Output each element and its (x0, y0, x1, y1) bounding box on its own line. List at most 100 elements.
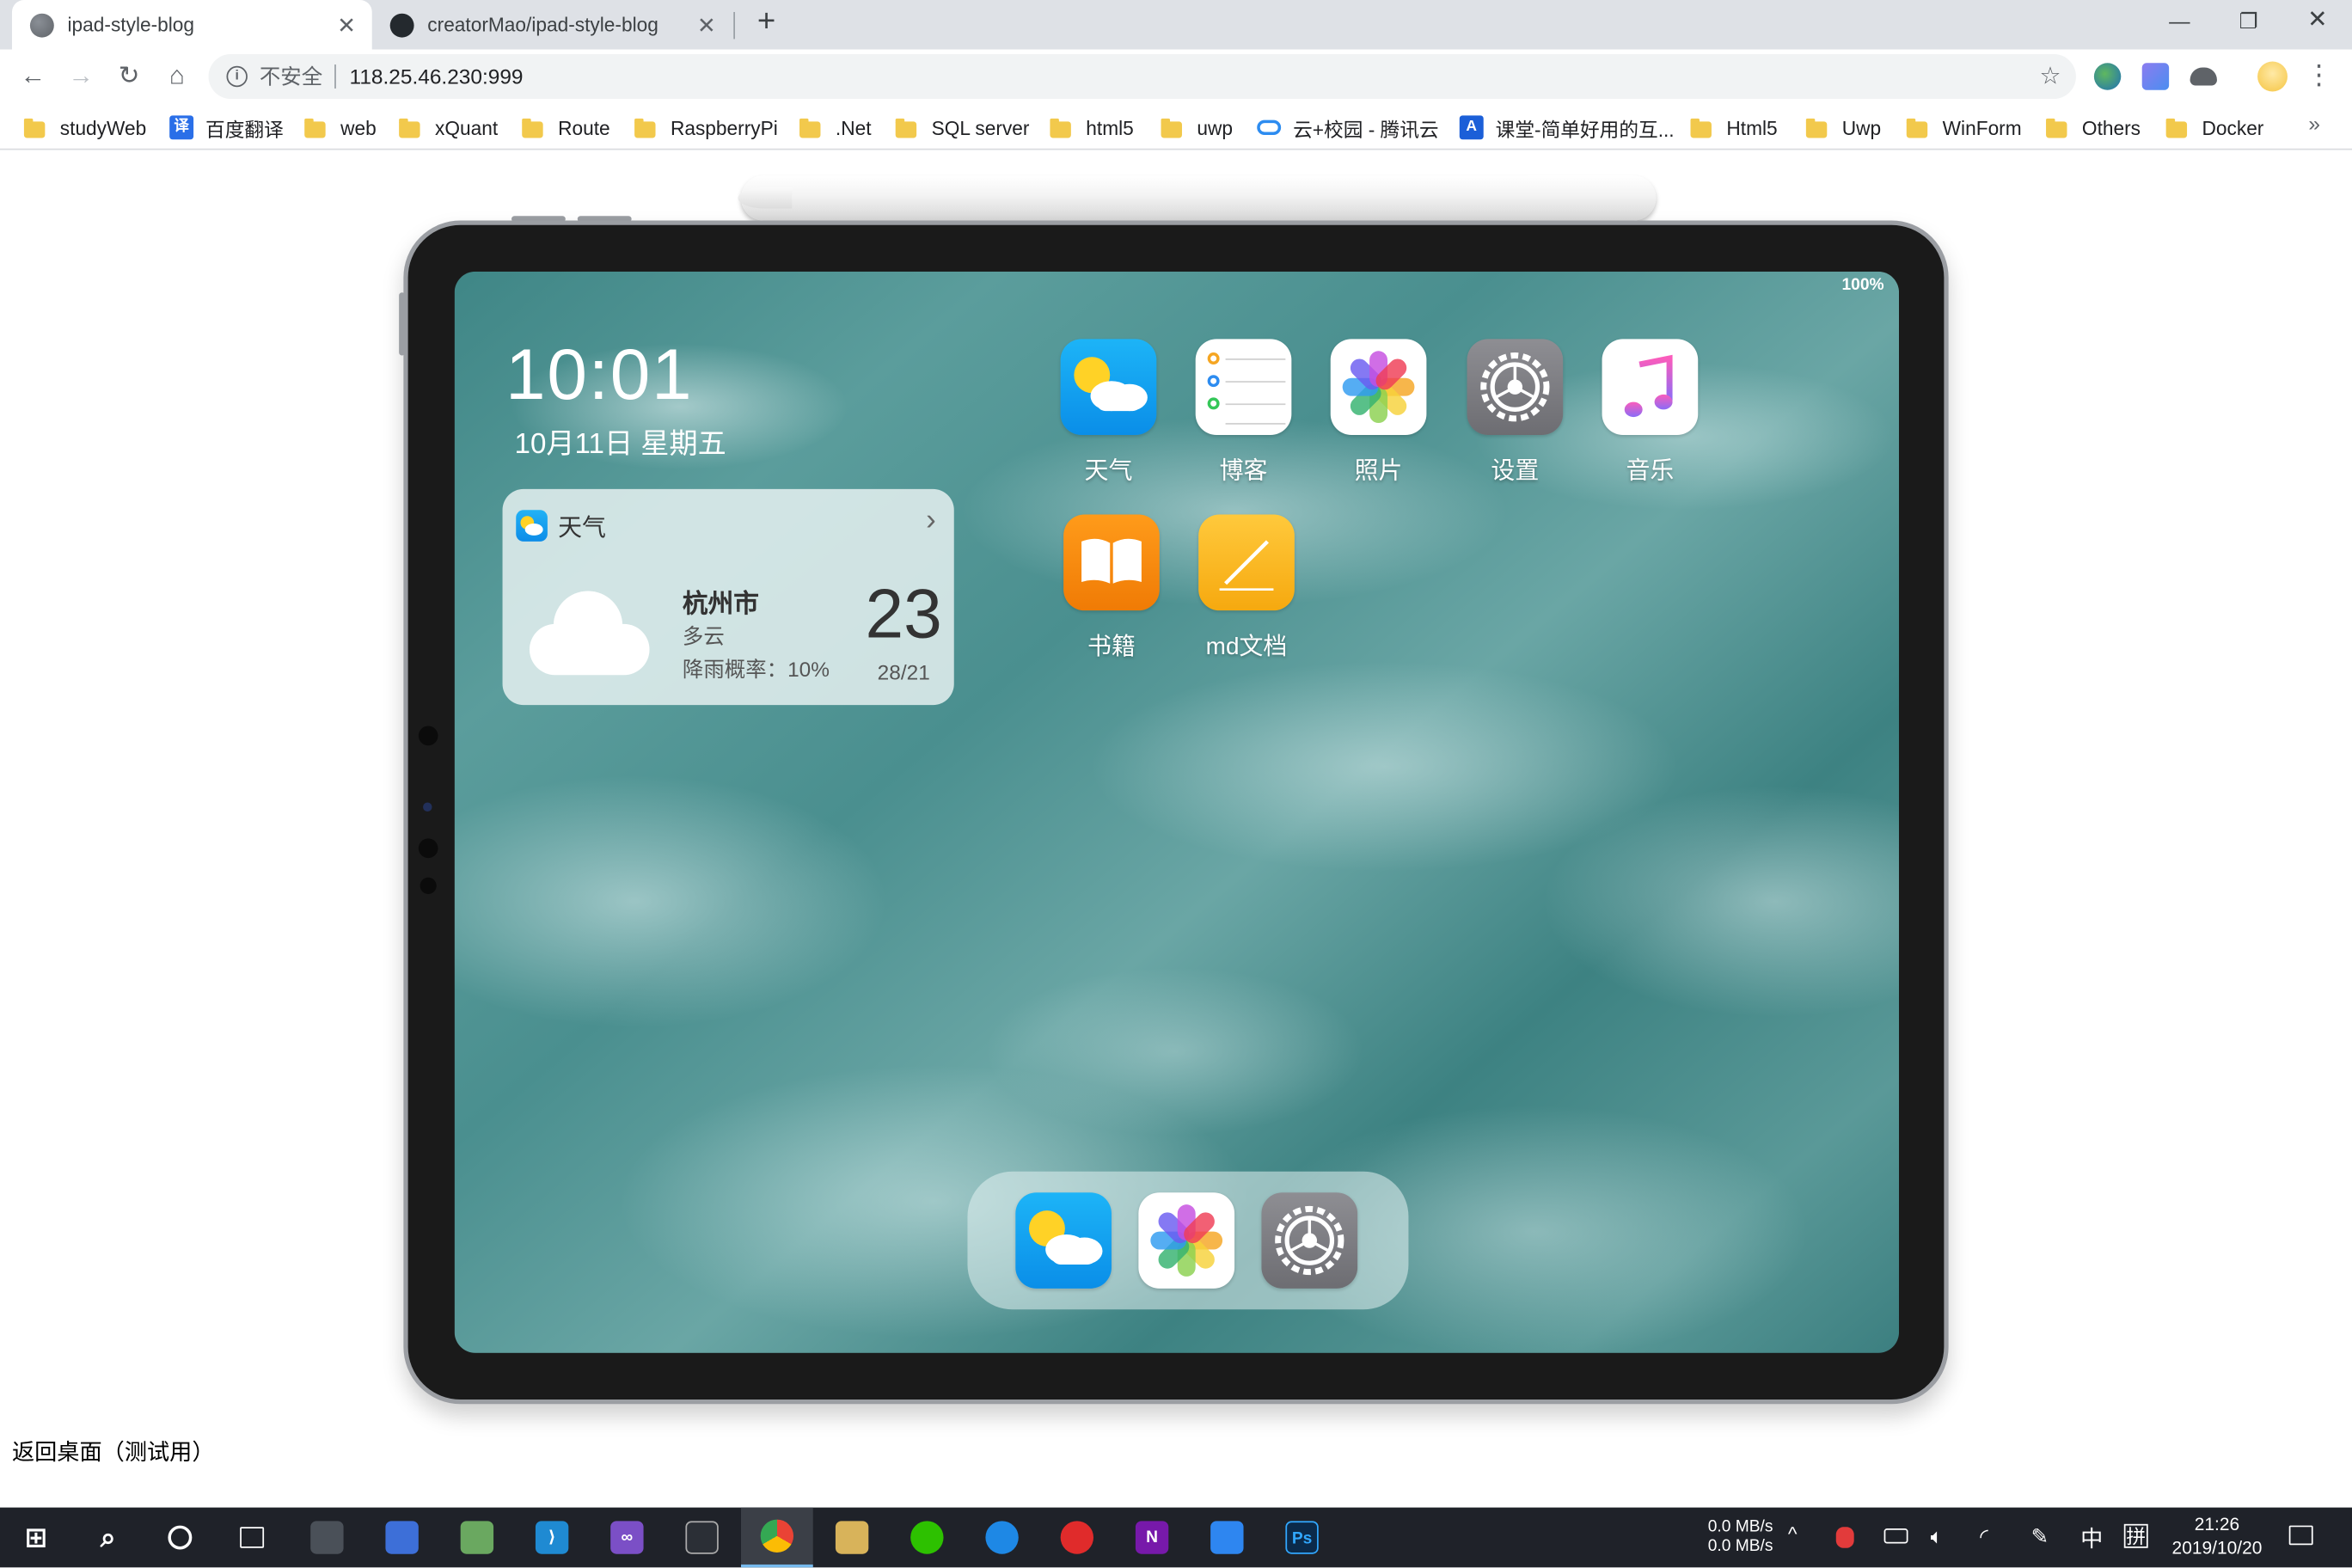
vscode-icon[interactable]: ⟩ (516, 1508, 588, 1568)
pen-note-icon[interactable] (1191, 1508, 1263, 1568)
bookmark-baidu-translate[interactable]: 译百度翻译 (169, 113, 284, 143)
task-view-icon[interactable] (216, 1508, 288, 1568)
app-books[interactable]: 书籍 (1051, 514, 1172, 662)
info-icon[interactable]: i (226, 65, 248, 88)
classroom-icon: A (1459, 115, 1484, 140)
back-to-desktop-link[interactable]: 返回桌面（测试用） (12, 1436, 215, 1467)
bookmark-html5-upper[interactable]: Html5 (1690, 113, 1778, 143)
database-tool-icon[interactable] (816, 1508, 888, 1568)
github-icon (389, 12, 414, 37)
chevron-right-icon[interactable]: › (926, 504, 936, 538)
camera-dot (420, 877, 437, 894)
extension-globe-icon[interactable] (2093, 63, 2122, 90)
bookmark-studyweb[interactable]: studyWeb (23, 113, 146, 143)
bookmark-star-icon[interactable]: ☆ (2039, 62, 2061, 92)
app-music[interactable]: 音乐 (1590, 339, 1711, 486)
app-settings[interactable]: 设置 (1455, 339, 1576, 486)
rain-probability: 降雨概率：10% (682, 657, 830, 682)
new-tab-button[interactable]: + (749, 5, 785, 42)
minimize-button[interactable]: — (2145, 0, 2214, 45)
terminal-icon[interactable] (666, 1508, 738, 1568)
clock-date: 2019/10/20 (2171, 1537, 2263, 1559)
bookmark-label: Docker (2202, 116, 2264, 139)
lock-date: 10月11日 星期五 (514, 429, 726, 461)
ime-mode[interactable]: 中 (2080, 1522, 2103, 1567)
bookmark-raspberrypi[interactable]: RaspberryPi (634, 113, 778, 143)
home-icon[interactable]: ⌂ (156, 56, 198, 98)
weather-city: 杭州市 (682, 589, 759, 618)
widget-title: 天气 (558, 516, 606, 542)
extension-bird-icon[interactable] (2141, 63, 2170, 90)
bookmark-winform[interactable]: WinForm (1906, 113, 2022, 143)
photoshop-icon[interactable]: Ps (1266, 1508, 1338, 1568)
bookmark-route[interactable]: Route (522, 113, 610, 143)
ime-pinyin-icon[interactable]: 拼 (2123, 1523, 2148, 1548)
app-weather[interactable]: 天气 (1049, 339, 1169, 486)
onenote-icon[interactable]: N (1116, 1508, 1188, 1568)
network-speed: 0.0 MB/s 0.0 MB/s (1680, 1518, 1773, 1568)
blog-list-icon (1195, 339, 1292, 436)
bookmark-classroom[interactable]: A 课堂-简单好用的互... (1459, 113, 1675, 143)
url-text[interactable]: 118.25.46.230:999 (350, 64, 524, 89)
bookmark-html5[interactable]: html5 (1050, 113, 1134, 143)
visual-studio-icon[interactable]: ∞ (591, 1508, 663, 1568)
bookmark-uwp[interactable]: uwp (1161, 113, 1233, 143)
photos-icon[interactable] (1138, 1192, 1235, 1289)
tab-ipad-style-blog[interactable]: ipad-style-blog ✕ (11, 0, 372, 50)
close-tab-icon[interactable]: ✕ (690, 11, 723, 39)
show-hidden-icons-chevron-icon[interactable]: ^ (1788, 1522, 1798, 1567)
battery-icon[interactable] (1883, 1528, 1908, 1544)
reload-icon[interactable]: ↻ (108, 56, 150, 98)
bookmark-label: html5 (1086, 116, 1134, 139)
bookmark-xquant[interactable]: xQuant (399, 113, 498, 143)
search-icon[interactable]: ⌕ (72, 1508, 144, 1568)
volume-icon[interactable]: 🔈︎ (1931, 1524, 1944, 1568)
bookmark-label: WinForm (1942, 116, 2022, 139)
chrome-icon[interactable] (740, 1507, 813, 1568)
profile-avatar[interactable] (2257, 61, 2288, 92)
action-center-icon[interactable] (2288, 1525, 2313, 1546)
pen-workspace-icon[interactable]: ✎ (2031, 1524, 2049, 1568)
weather-icon[interactable] (1015, 1192, 1112, 1289)
wechat-icon[interactable] (891, 1508, 963, 1568)
bookmark-web[interactable]: web (304, 113, 377, 143)
app-md-docs[interactable]: md文档 (1186, 514, 1307, 662)
qq-icon[interactable] (1835, 1527, 1854, 1548)
netease-music-icon[interactable] (1041, 1508, 1113, 1568)
more-bookmarks-chevron-icon[interactable]: » (2308, 111, 2320, 135)
close-tab-icon[interactable]: ✕ (330, 11, 363, 39)
globe-icon (29, 12, 54, 37)
network-tool-icon[interactable] (366, 1508, 438, 1568)
books-icon (1063, 514, 1160, 611)
bookmark-others[interactable]: Others (2046, 113, 2141, 143)
forward-arrow-icon[interactable]: → (60, 56, 102, 98)
clock[interactable]: 21:26 2019/10/20 (2160, 1512, 2275, 1568)
app-photos[interactable]: 照片 (1319, 339, 1439, 486)
menu-kebab-icon[interactable]: ⋮ (2306, 58, 2332, 91)
bookmark-uwp-upper[interactable]: Uwp (1805, 113, 1882, 143)
close-window-button[interactable]: ✕ (2283, 0, 2352, 45)
app-blog[interactable]: 博客 (1184, 339, 1304, 486)
folder-icon (2046, 117, 2067, 138)
windows-start-icon[interactable]: ⊞ (0, 1508, 72, 1568)
restore-button[interactable]: ❐ (2214, 0, 2282, 45)
ipad-screen: 100% 10:01 10月11日 星期五 天气 › 杭州市 多云 降雨概率：1… (454, 271, 1900, 1353)
bookmark-label: Uwp (1841, 116, 1882, 139)
app-label: 博客 (1219, 458, 1268, 485)
bookmark-tencent-cloud[interactable]: 云+校园 - 腾讯云 (1257, 113, 1439, 143)
remote-desktop-icon[interactable] (291, 1508, 364, 1568)
address-bar[interactable]: i 不安全 118.25.46.230:999 ☆ (208, 53, 2076, 100)
bookmark-sqlserver[interactable]: SQL server (895, 113, 1029, 143)
settings-gear-icon[interactable] (1261, 1192, 1358, 1289)
bookmark-docker[interactable]: Docker (2165, 113, 2264, 143)
feishu-icon[interactable] (966, 1508, 1038, 1568)
apple-pencil-image (738, 175, 1657, 221)
back-arrow-icon[interactable]: ← (12, 56, 54, 98)
wifi-icon[interactable]: ◜ (1980, 1524, 1988, 1568)
bookmark-dotnet[interactable]: .Net (799, 113, 872, 143)
cortana-icon[interactable] (144, 1508, 217, 1568)
weather-widget[interactable]: 天气 › 杭州市 多云 降雨概率：10% 23 28/21 (502, 488, 954, 706)
tab-github-repo[interactable]: creatorMao/ipad-style-blog ✕ (375, 0, 732, 50)
app-cube-icon[interactable] (441, 1508, 513, 1568)
cloud-download-icon[interactable] (2190, 67, 2217, 86)
